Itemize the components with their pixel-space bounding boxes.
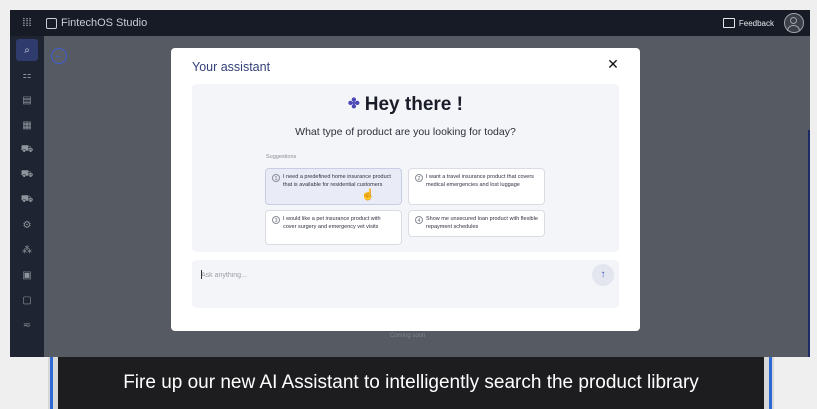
top-bar: ⁞⁞⁞ FintechOS Studio Feedback <box>10 10 810 36</box>
sidebar-item-truck[interactable]: ⛟ <box>10 189 44 211</box>
ask-input[interactable] <box>201 268 561 282</box>
question-text: What type of product are you looking for… <box>295 126 516 138</box>
brand: FintechOS Studio <box>46 10 147 36</box>
sidebar-item-cart-outline[interactable]: ⛟ <box>10 164 44 186</box>
search-icon: ⌕ <box>24 44 30 56</box>
send-arrow-icon[interactable]: ↑ <box>592 264 614 286</box>
feedback-label: Feedback <box>738 18 774 28</box>
caption-accent-left <box>50 357 53 409</box>
apps-icon: ⚏ <box>22 69 32 81</box>
sidebar-item-apps[interactable]: ⚏ <box>10 64 44 86</box>
sidebar-item-calendar[interactable]: ▣ <box>10 264 44 286</box>
assistant-logo-icon: ✤ <box>348 95 360 111</box>
suggestion-card-2[interactable]: 2 I want a travel insurance product that… <box>408 168 545 205</box>
sidebar-item-sliders[interactable]: ≂ <box>10 314 44 336</box>
sidebar-item-document[interactable]: ▢ <box>10 289 44 311</box>
sidebar-item-table[interactable]: ▦ <box>10 114 44 136</box>
sidebar-item-clipboard[interactable]: ▤ <box>10 89 44 111</box>
sidebar-item-search[interactable]: ⌕ <box>16 39 38 61</box>
suggestion-number: 3 <box>272 216 280 224</box>
sidebar-item-cart[interactable]: ⛟ <box>10 139 44 161</box>
caption-accent-right <box>769 357 772 409</box>
hand-cursor-icon: ☝ <box>361 189 375 201</box>
caption-text: Fire up our new AI Assistant to intellig… <box>58 357 764 409</box>
assistant-modal: Your assistant ✕ ✤ Hey there ! What type … <box>171 48 640 331</box>
close-icon[interactable]: ✕ <box>606 57 620 71</box>
back-arrow-icon[interactable]: ← <box>51 48 67 64</box>
assistant-panel: ✤ Hey there ! What type of product are yo… <box>192 84 619 252</box>
modal-title: Your assistant <box>192 60 271 74</box>
suggestion-card-4[interactable]: 4 Show me unsecured loan product with fl… <box>408 210 545 237</box>
ask-box: ↑ <box>192 260 619 308</box>
suggestion-number: 1 <box>272 174 280 182</box>
background-footer-text: Coming soon <box>390 333 426 339</box>
feedback-button[interactable]: Feedback <box>722 10 774 36</box>
truck-icon: ⛟ <box>20 193 34 205</box>
calendar-icon: ▣ <box>22 269 32 281</box>
sidebar: ⌕ ⚏ ▤ ▦ ⛟ ⛟ ⛟ ⚙ ⁂ ▣ ▢ ≂ <box>10 36 44 357</box>
suggestion-card-1[interactable]: 1 I need a predefined home insurance pro… <box>265 168 402 205</box>
chat-icon <box>722 18 735 28</box>
text-caret <box>201 270 202 279</box>
suggestion-text: Show me unsecured loan product with flex… <box>426 216 538 230</box>
caption-banner: Fire up our new AI Assistant to intellig… <box>48 357 774 409</box>
suggestion-text: I would like a pet insurance product wit… <box>283 216 381 230</box>
suggestion-text: I want a travel insurance product that c… <box>426 174 534 188</box>
sliders-icon: ≂ <box>22 319 32 331</box>
cart-icon: ⛟ <box>20 143 34 155</box>
table-icon: ▦ <box>22 119 32 131</box>
app-grid-icon[interactable]: ⁞⁞⁞ <box>10 10 44 36</box>
suggestion-text: I need a predefined home insurance produ… <box>283 174 391 188</box>
suggestion-number: 4 <box>415 216 423 224</box>
document-icon: ▢ <box>22 294 32 306</box>
suggestion-card-3[interactable]: 3 I would like a pet insurance product w… <box>265 210 402 245</box>
cart-outline-icon: ⛟ <box>20 168 34 180</box>
sidebar-item-nodes[interactable]: ⁂ <box>10 239 44 261</box>
suggestion-number: 2 <box>415 174 423 182</box>
brand-logo-icon <box>46 17 57 29</box>
user-avatar[interactable] <box>784 13 804 33</box>
greeting-text: Hey there ! <box>364 94 463 115</box>
clipboard-icon: ▤ <box>22 94 32 106</box>
app-name: FintechOS Studio <box>61 17 148 29</box>
suggestions-label: Suggestions <box>266 154 297 160</box>
scroll-edge <box>808 130 810 357</box>
greeting: ✤ Hey there ! <box>192 94 619 116</box>
sidebar-item-settings[interactable]: ⚙ <box>10 214 44 236</box>
settings-icon: ⚙ <box>22 219 32 231</box>
nodes-icon: ⁂ <box>22 244 32 256</box>
